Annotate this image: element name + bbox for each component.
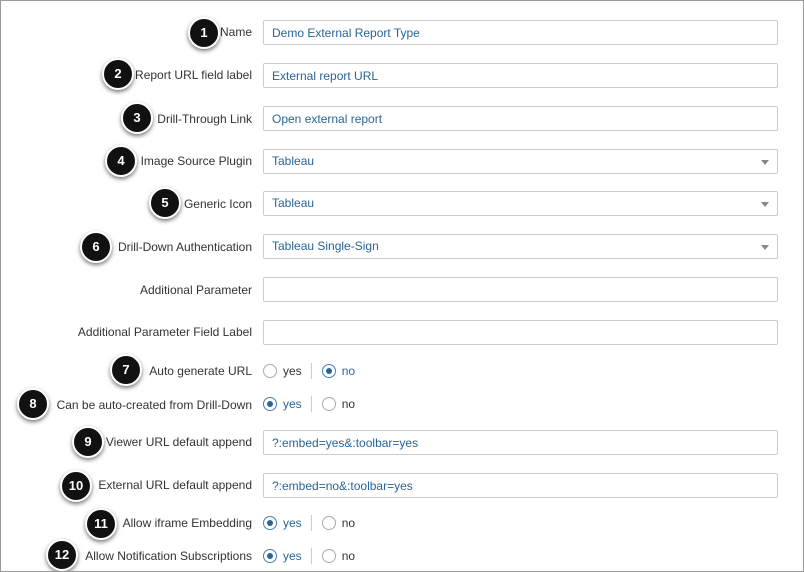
image-source-plugin-value: Tableau <box>272 154 315 168</box>
radio-label: yes <box>283 516 302 530</box>
step-badge-9: 9 <box>72 426 104 458</box>
step-badge-5: 5 <box>149 187 181 219</box>
allow-iframe-radio-group: yes no <box>263 514 355 532</box>
step-badge-3: 3 <box>121 102 153 134</box>
additional-parameter-label: Additional Parameter <box>139 283 252 297</box>
allow-iframe-yes-option[interactable]: yes <box>263 516 302 530</box>
name-label: Name <box>219 25 252 39</box>
chevron-down-icon <box>761 160 769 165</box>
divider <box>310 548 312 564</box>
step-badge-7: 7 <box>110 354 142 386</box>
allow-iframe-embedding-label: Allow iframe Embedding <box>122 516 252 530</box>
radio-unchecked-icon[interactable] <box>263 364 277 378</box>
allow-notifications-radio-group: yes no <box>263 547 355 565</box>
radio-unchecked-icon[interactable] <box>321 516 336 530</box>
allow-iframe-no-option[interactable]: no <box>321 516 356 530</box>
viewer-url-default-append-input[interactable] <box>263 430 778 455</box>
step-badge-2: 2 <box>102 58 134 90</box>
divider <box>310 396 312 412</box>
auto-created-no-option[interactable]: no <box>321 397 356 411</box>
report-url-field-label: Report URL field label <box>135 68 252 82</box>
viewer-url-default-append-label: Viewer URL default append <box>105 435 252 449</box>
drill-through-link-label: Drill-Through Link <box>157 112 252 126</box>
auto-generate-url-no-option[interactable]: no <box>321 364 356 378</box>
radio-label: no <box>341 549 356 563</box>
chevron-down-icon <box>761 202 769 207</box>
step-badge-6: 6 <box>80 231 112 263</box>
auto-created-radio-group: yes no <box>263 395 355 413</box>
radio-label: no <box>341 516 356 530</box>
allow-notifications-no-option[interactable]: no <box>321 549 356 563</box>
additional-parameter-field-label: Additional Parameter Field Label <box>77 325 252 339</box>
drill-down-authentication-select[interactable]: Tableau Single-Sign <box>263 234 778 259</box>
radio-checked-icon[interactable] <box>321 364 336 378</box>
radio-label: no <box>341 397 356 411</box>
drill-down-authentication-value: Tableau Single-Sign <box>272 239 379 253</box>
chevron-down-icon <box>761 245 769 250</box>
additional-parameter-input[interactable] <box>263 277 778 302</box>
auto-generate-url-yes-option[interactable]: yes <box>263 364 302 378</box>
step-badge-4: 4 <box>105 145 137 177</box>
name-input[interactable] <box>263 20 778 45</box>
radio-label: yes <box>283 549 302 563</box>
step-badge-12: 12 <box>46 539 78 571</box>
divider <box>310 363 312 379</box>
drill-through-link-input[interactable] <box>263 106 778 131</box>
additional-parameter-field-label-input[interactable] <box>263 320 778 345</box>
radio-label: yes <box>283 364 302 378</box>
step-badge-10: 10 <box>60 470 92 502</box>
auto-created-from-drill-down-label: Can be auto-created from Drill-Down <box>56 398 252 412</box>
generic-icon-select[interactable]: Tableau <box>263 191 778 216</box>
step-badge-11: 11 <box>85 508 117 540</box>
allow-notifications-yes-option[interactable]: yes <box>263 549 302 563</box>
radio-unchecked-icon[interactable] <box>321 549 336 563</box>
image-source-plugin-select[interactable]: Tableau <box>263 149 778 174</box>
radio-checked-icon[interactable] <box>263 549 277 563</box>
external-url-default-append-label: External URL default append <box>98 478 252 492</box>
generic-icon-value: Tableau <box>272 196 315 210</box>
radio-checked-icon[interactable] <box>263 516 277 530</box>
allow-notification-subscriptions-label: Allow Notification Subscriptions <box>85 549 252 563</box>
radio-label: yes <box>283 397 302 411</box>
step-badge-1: 1 <box>188 17 220 49</box>
auto-generate-url-label: Auto generate URL <box>149 364 252 378</box>
report-url-label-input[interactable] <box>263 63 778 88</box>
auto-created-yes-option[interactable]: yes <box>263 397 302 411</box>
auto-generate-url-radio-group: yes no <box>263 362 355 380</box>
divider <box>310 515 312 531</box>
drill-down-authentication-label: Drill-Down Authentication <box>117 240 252 254</box>
radio-unchecked-icon[interactable] <box>321 397 336 411</box>
radio-label: no <box>341 364 356 378</box>
external-url-default-append-input[interactable] <box>263 473 778 498</box>
radio-checked-icon[interactable] <box>263 397 277 411</box>
generic-icon-label: Generic Icon <box>183 197 252 211</box>
report-type-form: 1 Name 2 Report URL field label 3 Drill-… <box>0 0 804 572</box>
image-source-plugin-label: Image Source Plugin <box>140 154 252 168</box>
step-badge-8: 8 <box>17 388 49 420</box>
